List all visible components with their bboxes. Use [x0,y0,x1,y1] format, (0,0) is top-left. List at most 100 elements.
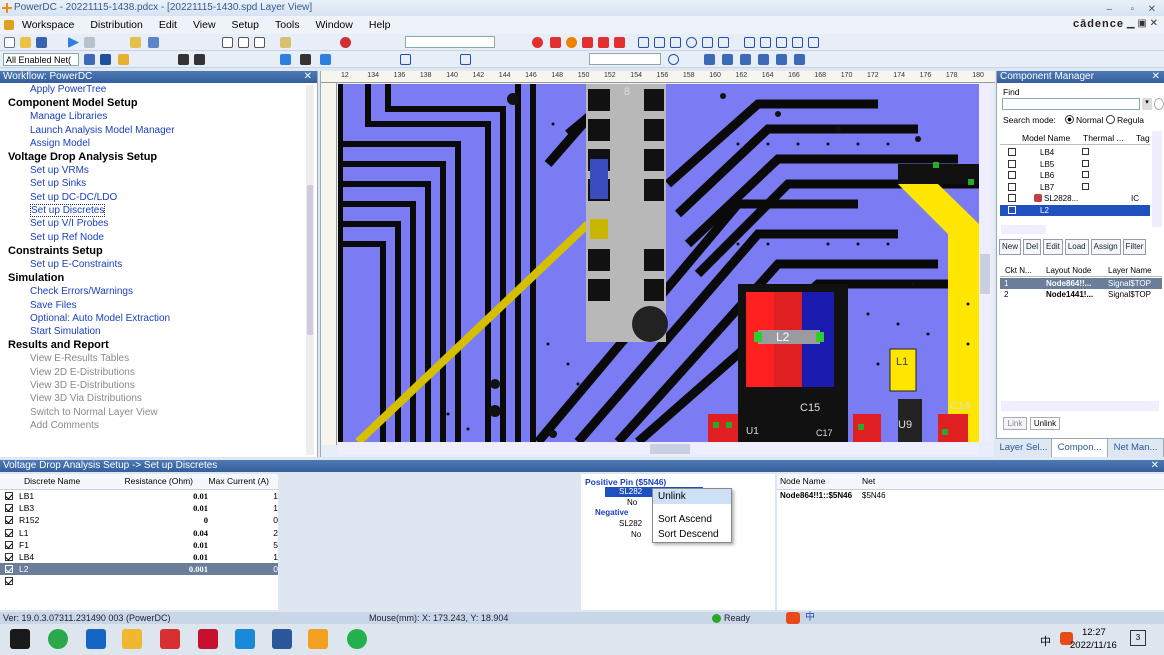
tool-red3-icon[interactable] [582,37,593,48]
window2-icon[interactable] [238,37,249,48]
thermal-checkbox[interactable] [1082,159,1089,167]
col-layout-node[interactable]: Layout Node [1046,266,1091,275]
scroll-thumb[interactable] [980,254,990,294]
context-sort-ascend[interactable]: Sort Ascend [653,512,731,527]
menu-distribution[interactable]: Distribution [90,16,143,34]
workflow-item[interactable]: Assign Model [0,137,317,150]
word-icon[interactable] [272,629,292,649]
layer-stack-icon[interactable] [178,54,189,65]
row-checkbox[interactable] [5,577,13,586]
section-header[interactable]: Component Model Setup [0,96,317,110]
pos-node-item[interactable]: No [627,498,637,507]
link-button[interactable]: Link [1003,417,1027,430]
workflow-item[interactable]: Add Comments [0,419,317,432]
connection-hscroll[interactable] [1001,401,1159,411]
scroll-thumb[interactable] [307,185,313,335]
canvas-hscroll[interactable] [338,443,979,455]
tool-red2-icon[interactable] [550,37,561,48]
connection-row[interactable]: 2 Node1441!... Signal$TOP [1000,289,1162,300]
shape-icon[interactable] [638,37,649,48]
table-row[interactable]: LB4 0.01 1 [0,551,278,563]
col-discrete-name[interactable]: Discrete Name [24,474,109,489]
run-icon[interactable] [68,37,79,48]
grid-icon[interactable] [400,54,411,65]
model-checkbox[interactable] [1008,159,1016,168]
search-icon[interactable] [1154,98,1164,110]
radio-regular[interactable] [1106,115,1115,124]
workflow-item[interactable]: Set up Discretes [0,204,317,218]
model-checkbox[interactable] [1008,171,1016,179]
find-dropdown-icon[interactable]: ▾ [1142,98,1152,110]
app-menu-icon[interactable] [4,20,14,30]
col-tag[interactable]: Tag [1136,133,1150,143]
tool-red4-icon[interactable] [598,37,609,48]
open-icon[interactable] [20,37,31,48]
row-checkbox[interactable] [5,552,13,561]
shape4-icon[interactable] [686,37,697,48]
col-model-name[interactable]: Model Name [1022,133,1070,143]
shape7-icon[interactable] [744,37,755,48]
neg-child-node[interactable]: SL282 [619,519,642,528]
workflow-item[interactable]: View 3D Via Distributions [0,392,317,405]
table-row[interactable]: R152 0 0 [0,514,278,526]
shape5-icon[interactable] [702,37,713,48]
row-checkbox[interactable] [5,492,13,500]
menu-help[interactable]: Help [369,16,391,34]
folder-icon[interactable] [130,37,141,48]
shape8-icon[interactable] [760,37,771,48]
table-row[interactable]: Node864!!1::$5N46 $5N46 [777,490,1164,502]
mdi-controls[interactable]: ▁ ▣ ✕ [1127,18,1158,29]
col-ckt[interactable]: Ckt N... [1005,266,1032,275]
workflow-item[interactable]: Optional: Auto Model Extraction [0,312,317,325]
workflow-item[interactable]: Set up DC-DC/LDO [0,191,317,204]
move-icon[interactable] [320,54,331,65]
model-tree-row[interactable]: LB6 [1000,170,1150,182]
view-combo[interactable] [405,36,495,48]
ime-mode-indicator[interactable]: 中 [805,612,815,624]
workflow-item[interactable]: Apply PowerTree [0,83,317,96]
section-header[interactable]: Constraints Setup [0,244,317,258]
table-row[interactable]: LB3 0.01 1 [0,502,278,514]
workflow-item[interactable]: View 2D E-Distributions [0,366,317,379]
route-icon[interactable] [118,54,129,65]
powerdc-taskbar-icon[interactable] [308,629,328,649]
shape6-icon[interactable] [718,37,729,48]
model-tree-row[interactable]: LB7 [1000,182,1150,194]
tool-orange-icon[interactable] [566,37,577,48]
model-tree-row[interactable]: L2 [1000,204,1150,216]
model-checkbox[interactable] [1008,194,1016,202]
model-checkbox[interactable] [1008,182,1016,191]
app-red-icon[interactable] [198,629,218,649]
line-icon[interactable] [100,54,111,65]
model-checkbox[interactable] [1008,148,1016,156]
negative-pin-node[interactable]: Negative [595,508,628,517]
menu-view[interactable]: View [193,16,216,34]
start-icon[interactable] [10,629,30,649]
close-icon[interactable]: ✕ [1152,71,1160,83]
outlook-icon[interactable] [86,629,106,649]
unlink-button[interactable]: Unlink [1030,417,1060,430]
workflow-item[interactable]: Save Files [0,299,317,312]
col-net[interactable]: Net [862,474,902,489]
canvas-vscroll[interactable] [979,84,991,442]
section-header[interactable]: Voltage Drop Analysis Setup [0,150,317,164]
workflow-item[interactable]: Launch Analysis Model Manager [0,124,317,137]
workflow-item[interactable]: Manage Libraries [0,110,317,123]
shape2-icon[interactable] [654,37,665,48]
table-row[interactable]: F1 0.01 5 [0,539,278,551]
sogou-ime-icon[interactable] [786,612,800,624]
undo-icon[interactable] [148,37,159,48]
window-icon[interactable] [222,37,233,48]
section-header[interactable]: Simulation [0,271,317,285]
model-tree-row[interactable]: SL2828... IC [1000,193,1150,205]
browser-icon[interactable] [48,629,68,649]
shape9-icon[interactable] [776,37,787,48]
workflow-scrollbar[interactable] [306,85,314,455]
menu-edit[interactable]: Edit [159,16,177,34]
select-icon[interactable] [280,54,291,65]
record-icon[interactable] [340,37,351,48]
workflow-item[interactable]: Set up Sinks [0,177,317,190]
tab-layer-selection[interactable]: Layer Sel... [996,439,1052,457]
menu-setup[interactable]: Setup [232,16,259,34]
pos-child-node[interactable]: SL282 [619,487,642,496]
